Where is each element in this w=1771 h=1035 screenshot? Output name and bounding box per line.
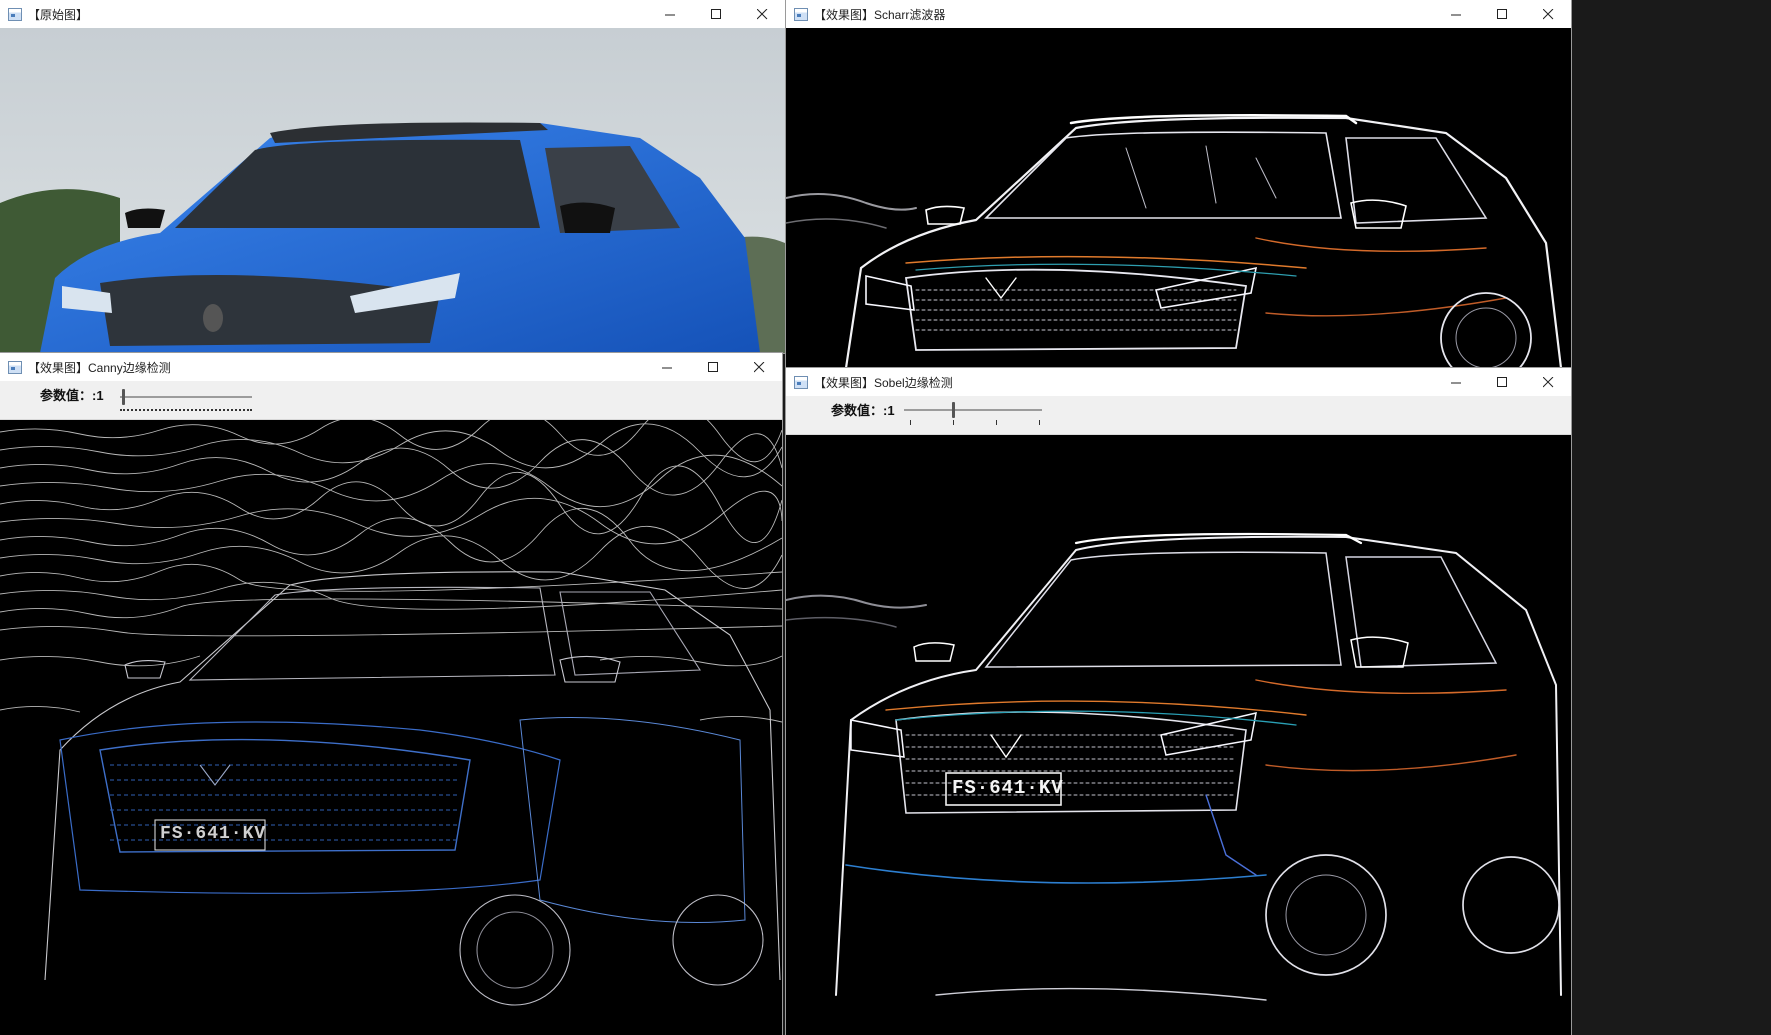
scharr-filter-window: 【效果图】Scharr滤波器 bbox=[786, 0, 1571, 368]
minimize-icon bbox=[1450, 9, 1462, 20]
close-button[interactable] bbox=[739, 0, 785, 28]
maximize-icon bbox=[1496, 376, 1508, 388]
app-window-icon bbox=[794, 7, 808, 21]
title-bar[interactable]: 【效果图】Scharr滤波器 bbox=[786, 0, 1571, 29]
app-window-icon bbox=[8, 7, 22, 21]
maximize-button[interactable] bbox=[1479, 0, 1525, 28]
sobel-result-canvas: FS·641·KV bbox=[786, 435, 1571, 1035]
maximize-icon bbox=[710, 8, 722, 20]
param-label: 参数值：:1 bbox=[40, 388, 104, 403]
scharr-result-canvas bbox=[786, 28, 1571, 368]
app-window-icon bbox=[8, 360, 22, 374]
minimize-button[interactable] bbox=[1433, 368, 1479, 396]
title-bar[interactable]: 【效果图】Sobel边缘检测 bbox=[786, 368, 1571, 397]
sobel-edge-window: 【效果图】Sobel边缘检测 参数值：:1 FS·641·KV bbox=[786, 368, 1571, 1035]
original-car-image bbox=[0, 28, 785, 353]
window-title: 【效果图】Scharr滤波器 bbox=[814, 7, 946, 22]
maximize-icon bbox=[1496, 8, 1508, 20]
license-plate-text: FS·641·KV bbox=[160, 824, 267, 844]
window-title: 【原始图】 bbox=[28, 7, 89, 22]
title-bar[interactable]: 【原始图】 bbox=[0, 0, 785, 29]
minimize-icon bbox=[1450, 377, 1462, 388]
original-image-window: 【原始图】 bbox=[0, 0, 785, 353]
slider-ticks bbox=[120, 405, 252, 411]
slider-thumb[interactable] bbox=[952, 402, 955, 418]
title-bar[interactable]: 【效果图】Canny边缘检测 bbox=[0, 353, 782, 382]
canny-result-canvas: FS·641·KV bbox=[0, 420, 782, 1035]
scharr-edge-image bbox=[786, 28, 1571, 368]
trackbar-panel: 参数值：:1 bbox=[0, 381, 782, 420]
slider-thumb[interactable] bbox=[122, 389, 125, 405]
canny-edge-image bbox=[0, 420, 782, 1035]
minimize-icon bbox=[661, 362, 673, 373]
minimize-button[interactable] bbox=[647, 0, 693, 28]
trackbar-panel: 参数值：:1 bbox=[786, 396, 1571, 435]
maximize-icon bbox=[707, 361, 719, 373]
slider-tick bbox=[953, 420, 954, 425]
slider-tick bbox=[1039, 420, 1040, 425]
window-title: 【效果图】Canny边缘检测 bbox=[28, 360, 171, 375]
maximize-button[interactable] bbox=[693, 0, 739, 28]
maximize-button[interactable] bbox=[1479, 368, 1525, 396]
maximize-button[interactable] bbox=[690, 353, 736, 381]
canny-edge-window: 【效果图】Canny边缘检测 参数值：:1 FS·641·KV bbox=[0, 353, 782, 1035]
close-button[interactable] bbox=[1525, 368, 1571, 396]
slider-tick bbox=[996, 420, 997, 425]
license-plate-text: FS·641·KV bbox=[952, 777, 1064, 799]
close-button[interactable] bbox=[1525, 0, 1571, 28]
original-image-canvas bbox=[0, 28, 785, 353]
close-button[interactable] bbox=[736, 353, 782, 381]
app-window-icon bbox=[794, 375, 808, 389]
param-slider[interactable] bbox=[904, 400, 1042, 430]
slider-track bbox=[120, 396, 252, 398]
close-icon bbox=[1542, 8, 1554, 20]
close-icon bbox=[753, 361, 765, 373]
close-icon bbox=[1542, 376, 1554, 388]
sobel-edge-image bbox=[786, 435, 1571, 1035]
minimize-button[interactable] bbox=[644, 353, 690, 381]
param-slider[interactable] bbox=[118, 385, 252, 415]
minimize-icon bbox=[664, 9, 676, 20]
minimize-button[interactable] bbox=[1433, 0, 1479, 28]
param-label: 参数值：:1 bbox=[831, 403, 895, 418]
window-title: 【效果图】Sobel边缘检测 bbox=[814, 375, 953, 390]
slider-tick bbox=[910, 420, 911, 425]
slider-track bbox=[904, 409, 1042, 411]
close-icon bbox=[756, 8, 768, 20]
